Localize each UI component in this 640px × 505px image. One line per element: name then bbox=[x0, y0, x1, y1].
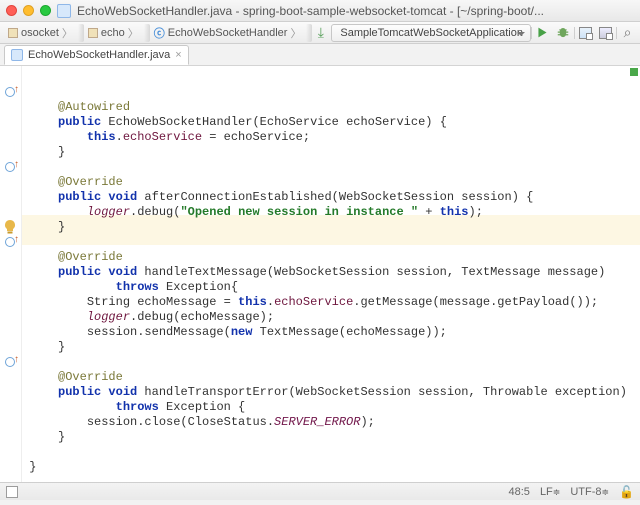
intention-bulb-icon[interactable] bbox=[2, 220, 18, 234]
chevron-right-icon: 〉 bbox=[62, 25, 73, 41]
override-gutter-icon[interactable] bbox=[2, 235, 18, 249]
override-gutter-icon[interactable] bbox=[2, 355, 18, 369]
traffic-lights bbox=[6, 5, 51, 16]
breadcrumb-package-echo[interactable]: echo 〉 bbox=[82, 24, 150, 42]
settings-button[interactable] bbox=[599, 25, 614, 41]
tool-window-toggle[interactable] bbox=[6, 486, 18, 498]
project-structure-button[interactable] bbox=[578, 25, 593, 41]
editor-tab-bar: EchoWebSocketHandler.java × bbox=[0, 44, 640, 66]
breadcrumb-label: osocket bbox=[21, 27, 59, 39]
close-window-button[interactable] bbox=[6, 5, 17, 16]
package-icon bbox=[88, 28, 98, 38]
class-icon: ⓒ bbox=[154, 25, 165, 41]
make-project-icon[interactable]: ⤓ bbox=[314, 26, 327, 40]
close-tab-icon[interactable]: × bbox=[175, 49, 181, 61]
override-gutter-icon[interactable] bbox=[2, 160, 18, 174]
code-area[interactable]: @Autowired public EchoWebSocketHandler(E… bbox=[22, 66, 640, 482]
editor[interactable]: @Autowired public EchoWebSocketHandler(E… bbox=[0, 66, 640, 482]
line-separator[interactable]: LF≑ bbox=[540, 486, 560, 498]
minimize-window-button[interactable] bbox=[23, 5, 34, 16]
breadcrumb-label: echo bbox=[101, 27, 125, 39]
search-everywhere-button[interactable]: ⌕ bbox=[620, 25, 635, 41]
status-bar: 48:5 LF≑ UTF-8≑ 🔓 bbox=[0, 482, 640, 500]
run-button[interactable] bbox=[535, 25, 550, 41]
breadcrumb-label: EchoWebSocketHandler bbox=[168, 27, 288, 39]
editor-tab[interactable]: EchoWebSocketHandler.java × bbox=[4, 45, 189, 65]
separator bbox=[574, 27, 575, 39]
chevron-right-icon: 〉 bbox=[290, 25, 301, 41]
code-content: @Autowired public EchoWebSocketHandler(E… bbox=[22, 100, 640, 475]
separator bbox=[531, 27, 532, 39]
caret-position[interactable]: 48:5 bbox=[509, 486, 530, 498]
editor-gutter[interactable] bbox=[0, 66, 22, 482]
window-titlebar: EchoWebSocketHandler.java - spring-boot-… bbox=[0, 0, 640, 22]
file-encoding[interactable]: UTF-8≑ bbox=[570, 486, 609, 498]
chevron-right-icon: 〉 bbox=[128, 25, 139, 41]
readonly-toggle-icon[interactable]: 🔓 bbox=[619, 485, 634, 499]
run-configuration-selector[interactable]: SampleTomcatWebSocketApplication bbox=[331, 24, 531, 42]
breadcrumb-package[interactable]: osocket 〉 bbox=[2, 24, 84, 42]
run-configuration-label: SampleTomcatWebSocketApplication bbox=[340, 27, 523, 39]
override-gutter-icon[interactable] bbox=[2, 85, 18, 99]
debug-button[interactable] bbox=[556, 25, 571, 41]
java-file-icon bbox=[11, 49, 23, 61]
breadcrumb-class[interactable]: ⓒ EchoWebSocketHandler 〉 bbox=[148, 24, 313, 42]
window-title: EchoWebSocketHandler.java - spring-boot-… bbox=[77, 4, 634, 18]
zoom-window-button[interactable] bbox=[40, 5, 51, 16]
java-file-icon bbox=[57, 4, 71, 18]
editor-tab-label: EchoWebSocketHandler.java bbox=[28, 49, 170, 61]
navigation-bar: osocket 〉 echo 〉 ⓒ EchoWebSocketHandler … bbox=[0, 22, 640, 44]
separator bbox=[616, 27, 617, 39]
package-icon bbox=[8, 28, 18, 38]
